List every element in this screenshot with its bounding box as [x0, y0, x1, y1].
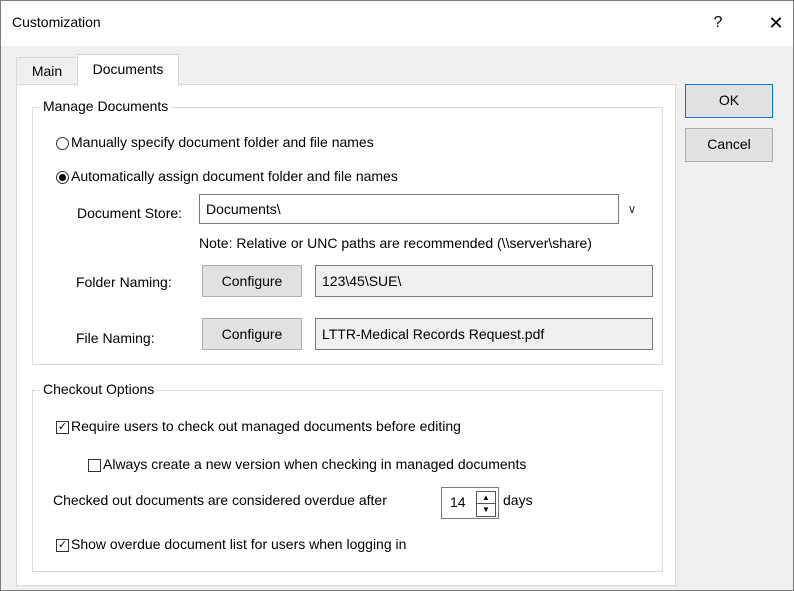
show-overdue-checkbox[interactable]: ✓ [56, 539, 69, 552]
tab-documents[interactable]: Documents [77, 54, 179, 86]
window-title: Customization [12, 14, 101, 30]
overdue-days-spinner[interactable]: 14 ▲ ▼ [441, 487, 499, 519]
file-configure-button[interactable]: Configure [202, 318, 302, 350]
folder-naming-value: 123\45\SUE\ [322, 273, 402, 289]
ok-button[interactable]: OK [685, 84, 773, 118]
spin-down-icon[interactable]: ▼ [476, 503, 496, 517]
checkout-options-title: Checkout Options [40, 381, 158, 397]
manual-radio[interactable] [56, 137, 69, 150]
require-checkout-label[interactable]: Require users to check out managed docum… [71, 418, 461, 434]
auto-radio[interactable] [56, 171, 69, 184]
document-store-value: Documents\ [206, 201, 281, 217]
file-naming-label: File Naming: [76, 330, 155, 346]
overdue-prefix-label: Checked out documents are considered ove… [53, 492, 387, 508]
manual-radio-label[interactable]: Manually specify document folder and fil… [71, 134, 374, 150]
new-version-checkbox[interactable] [88, 459, 101, 472]
file-naming-value: LTTR-Medical Records Request.pdf [322, 326, 545, 342]
overdue-days-suffix: days [503, 492, 533, 508]
document-store-label: Document Store: [77, 205, 183, 221]
new-version-label[interactable]: Always create a new version when checkin… [103, 456, 526, 472]
overdue-days-value[interactable]: 14 [450, 494, 466, 510]
file-naming-field: LTTR-Medical Records Request.pdf [315, 318, 653, 350]
folder-configure-button[interactable]: Configure [202, 265, 302, 297]
tab-main[interactable]: Main [16, 57, 78, 84]
close-button[interactable]: ✕ [761, 9, 791, 37]
auto-radio-label[interactable]: Automatically assign document folder and… [71, 168, 398, 184]
folder-naming-field: 123\45\SUE\ [315, 265, 653, 297]
show-overdue-label[interactable]: Show overdue document list for users whe… [71, 536, 406, 552]
customization-dialog: Customization ? ✕ Main Documents Manage … [0, 0, 794, 591]
chevron-down-icon[interactable]: ∨ [621, 196, 643, 222]
folder-naming-label: Folder Naming: [76, 274, 172, 290]
document-store-input[interactable]: Documents\ [199, 194, 619, 224]
require-checkout-checkbox[interactable]: ✓ [56, 421, 69, 434]
cancel-button[interactable]: Cancel [685, 128, 773, 162]
help-button[interactable]: ? [703, 9, 733, 37]
documents-tab-panel: Manage Documents Manually specify docume… [16, 84, 676, 586]
manage-documents-title: Manage Documents [40, 98, 172, 114]
document-store-combobox[interactable]: Documents\ ∨ [199, 194, 647, 224]
unc-note: Note: Relative or UNC paths are recommen… [199, 235, 592, 251]
title-bar: Customization ? ✕ [1, 1, 793, 46]
